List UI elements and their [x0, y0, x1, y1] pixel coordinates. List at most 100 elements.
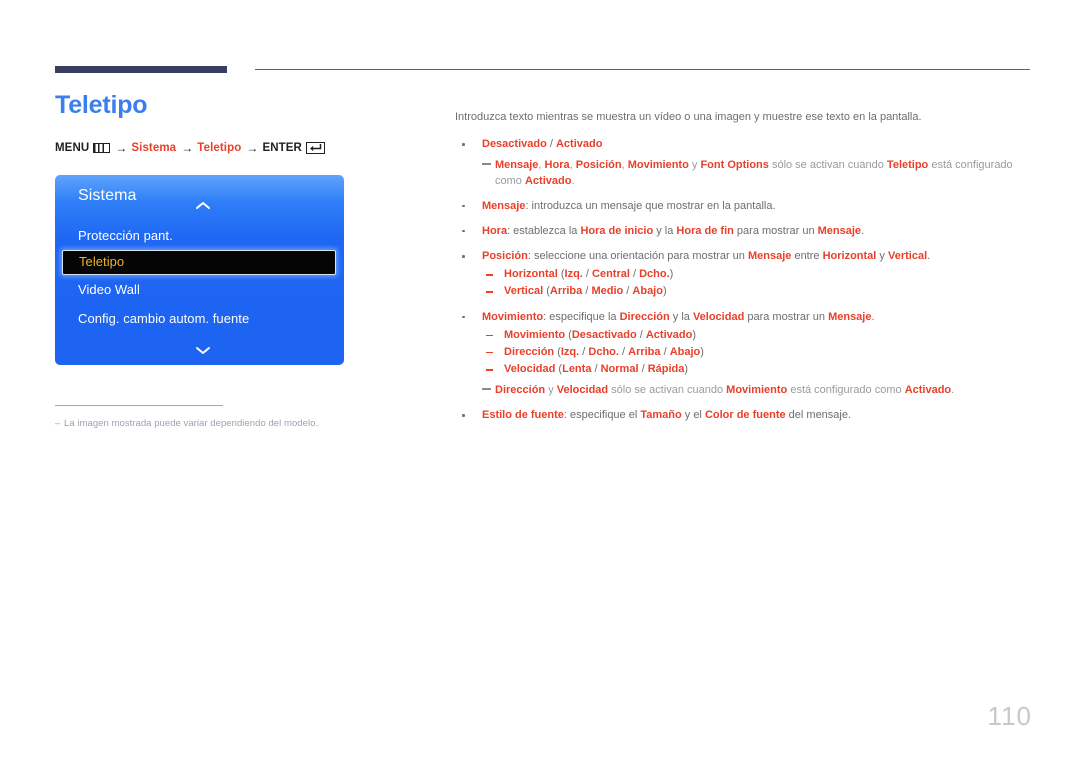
breadcrumb-arrow-3: →	[246, 140, 259, 155]
bullet-movimiento-sub-1-seg-4: Dcho.	[588, 345, 619, 358]
bullet-estilo-de-fuente-seg-0: Estilo de fuente	[482, 409, 564, 422]
bullet-movimiento-sub-1-seg-1: (	[554, 345, 561, 358]
page-title: Teletipo	[55, 91, 148, 119]
bullet-posicion-seg-5: y	[876, 250, 888, 263]
bullet-movimiento-seg-4: Velocidad	[692, 310, 745, 323]
bullet-movimiento-sub-1-seg-7: /	[660, 345, 670, 358]
bullet-movimiento-sub-2-seg-0: Velocidad	[504, 363, 556, 376]
bullet-posicion-sublist: Horizontal (Izq. / Central / Dcho.) Verti…	[482, 267, 1035, 299]
bullet-desactivado-activado-note: Mensaje, Hora, Posición, Movimiento y Fo…	[482, 158, 1035, 188]
bullet-estilo-de-fuente-text: Estilo de fuente: especifique el Tamaño …	[482, 409, 851, 421]
osd-panel: Sistema Protección pant. Teletipo Video …	[55, 174, 344, 365]
bullet-mensaje-seg-1: : introduzca un mensaje que mostrar en l…	[525, 199, 776, 212]
bullet-hora-seg-7: .	[861, 224, 865, 237]
bullet-hora-text: Hora: establezca la Hora de inicio y la …	[482, 225, 864, 237]
bullet-desactivado-activado-seg-2: Activado	[555, 138, 603, 151]
bullet-movimiento-sub-2-seg-5: /	[638, 363, 648, 376]
page-number: 110	[987, 701, 1032, 731]
bullet-posicion-seg-2: Mensaje	[747, 250, 792, 263]
header-rule-thin	[255, 69, 1030, 70]
bullet-movimiento-sub-1-seg-9: )	[700, 345, 704, 358]
bullet-posicion-sub-1-seg-4: Medio	[591, 285, 624, 298]
bullet-posicion-sub-0: Horizontal (Izq. / Central / Dcho.)	[482, 267, 1035, 282]
footnote-label: La imagen mostrada puede variar dependie…	[64, 418, 319, 429]
bullet-hora-seg-1: : establezca la	[507, 224, 581, 237]
bullet-posicion-seg-1: : seleccione una orientación para mostra…	[527, 250, 748, 263]
osd-item-proteccion-pant[interactable]: Protección pant.	[55, 221, 344, 250]
bullet-movimiento-seg-3: y la	[669, 310, 693, 323]
bullet-posicion-seg-0: Posición	[482, 250, 528, 263]
bullet-list: Desactivado / Activado Mensaje, Hora, Pos…	[455, 137, 1035, 423]
bullet-posicion-seg-3: entre	[791, 250, 823, 263]
bullet-desactivado-activado-text: Desactivado / Activado	[482, 138, 602, 150]
bullet-movimiento-note-seg-2: Velocidad	[556, 384, 609, 397]
bullet-desactivado-activado-note-seg-9: sólo se activan cuando	[768, 159, 887, 172]
bullet-desactivado-activado: Desactivado / Activado Mensaje, Hora, Pos…	[455, 137, 1035, 189]
breadcrumb-enter-label: ENTER	[262, 141, 302, 154]
bullet-movimiento-note-seg-6: Activado	[904, 384, 952, 397]
header-rule-thick	[55, 66, 227, 73]
bullet-movimiento: Movimiento : especifique la Dirección y l…	[455, 310, 1035, 399]
breadcrumb-item-teletipo[interactable]: Teletipo	[197, 142, 241, 154]
chevron-down-icon[interactable]	[195, 342, 211, 360]
osd-item-teletipo[interactable]: Teletipo	[62, 249, 336, 275]
bullet-movimiento-sub-1-seg-5: /	[618, 345, 629, 358]
bullet-movimiento-sub-2-seg-3: /	[591, 363, 601, 376]
bullet-posicion-seg-6: Vertical	[887, 250, 928, 263]
bullet-posicion-text: Posición: seleccione una orientación par…	[482, 250, 930, 262]
bullet-desactivado-activado-note-seg-0: Mensaje	[495, 159, 539, 172]
bullet-movimiento-note-seg-5: está configurado como	[787, 384, 905, 397]
bullet-movimiento-note-seg-1: y	[545, 384, 557, 397]
bullet-movimiento-seg-2: Dirección	[619, 310, 670, 323]
bullet-posicion-sub-0-seg-6: Dcho.	[639, 268, 670, 281]
bullet-hora-seg-4: Hora de fin	[676, 224, 734, 237]
bullet-movimiento-sublist: Movimiento (Desactivado / Activado) Direc…	[482, 328, 1035, 378]
footnote-text: – La imagen mostrada puede variar dependi…	[55, 418, 385, 429]
bullet-movimiento-seg-1: : especifique la	[543, 310, 620, 323]
bullet-movimiento-note-seg-4: Movimiento	[726, 384, 788, 397]
bullet-estilo-de-fuente-seg-1: : especifique el	[563, 409, 641, 422]
bullet-movimiento-sub-2-seg-6: Rápida	[647, 363, 685, 376]
bullet-movimiento-seg-5: para mostrar un	[744, 310, 829, 323]
bullet-movimiento-note-seg-3: sólo se activan cuando	[608, 384, 727, 397]
header-rule-row	[55, 66, 1030, 74]
bullet-posicion-sub-1-seg-6: Abajo	[632, 285, 663, 298]
bullet-desactivado-activado-seg-0: Desactivado	[482, 138, 547, 151]
osd-item-video-wall[interactable]: Video Wall	[55, 275, 344, 304]
bullet-estilo-de-fuente-seg-3: y el	[681, 409, 705, 422]
breadcrumb-item-sistema[interactable]: Sistema	[131, 142, 176, 154]
bullet-posicion-sub-1: Vertical (Arriba / Medio / Abajo)	[482, 284, 1035, 299]
bullet-movimiento-note: Dirección y Velocidad sólo se activan cu…	[482, 383, 1035, 398]
bullet-posicion-sub-0-seg-0: Horizontal	[504, 268, 558, 281]
chevron-up-icon[interactable]	[195, 197, 211, 215]
bullet-hora-seg-2: Hora de inicio	[580, 224, 654, 237]
bullet-estilo-de-fuente-seg-5: del mensaje.	[785, 409, 852, 422]
bullet-movimiento-sub-2-seg-2: Lenta	[562, 363, 592, 376]
bullet-movimiento-sub-0-seg-2: Desactivado	[571, 328, 637, 341]
bullet-hora-seg-5: para mostrar un	[733, 224, 818, 237]
bullet-posicion-sub-0-seg-3: /	[582, 268, 593, 281]
bullet-desactivado-activado-note-seg-6: Movimiento	[627, 159, 689, 172]
bullet-hora-seg-6: Mensaje	[817, 224, 862, 237]
bullet-posicion-seg-4: Horizontal	[822, 250, 877, 263]
bullet-movimiento-sub-2-seg-7: )	[684, 363, 689, 376]
bullet-movimiento-sub-0-seg-3: /	[636, 328, 646, 341]
breadcrumb-arrow-1: →	[115, 140, 128, 155]
bullet-movimiento-sub-1-seg-6: Arriba	[628, 345, 661, 358]
bullet-posicion-sub-0-seg-5: /	[629, 268, 640, 281]
bullet-movimiento-sub-0-seg-4: Activado	[645, 328, 693, 341]
bullet-mensaje-seg-0: Mensaje	[482, 199, 526, 212]
bullet-movimiento-seg-6: Mensaje	[828, 310, 872, 323]
bullet-movimiento-text: Movimiento: especifique la Dirección y l…	[482, 311, 875, 323]
bullet-movimiento-note-seg-7: .	[951, 384, 955, 397]
bullet-posicion-sub-1-seg-1: (	[543, 285, 550, 298]
bullet-hora-seg-0: Hora	[482, 224, 508, 237]
bullet-movimiento-sub-0-seg-0: Movimiento	[504, 328, 566, 341]
osd-item-config-cambio-autom-fuente[interactable]: Config. cambio autom. fuente	[55, 304, 344, 333]
bullet-movimiento-sub-2: Velocidad (Lenta / Normal / Rápida)	[482, 362, 1035, 377]
enter-return-icon	[305, 141, 325, 154]
left-column: Teletipo MENU → Sistema → Teletipo → ENT…	[55, 91, 435, 365]
bullet-posicion: Posición: seleccione una orientación par…	[455, 249, 1035, 300]
bullet-desactivado-activado-seg-1: /	[546, 138, 556, 151]
menu-bars-icon	[93, 142, 111, 153]
